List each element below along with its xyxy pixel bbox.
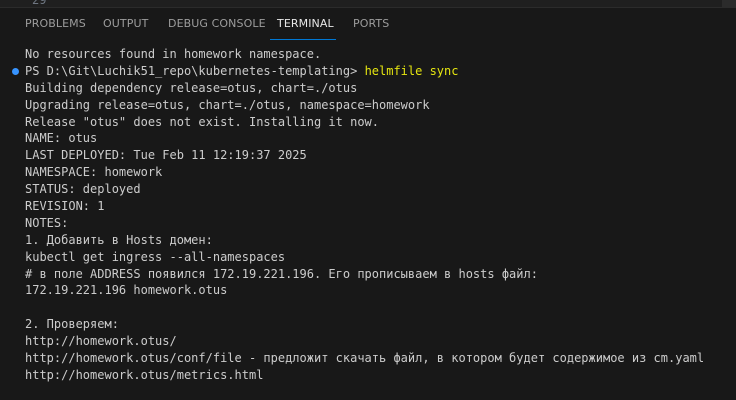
active-tab-indicator [270, 39, 336, 40]
terminal-line: LAST DEPLOYED: Tue Feb 11 12:19:37 2025 [25, 148, 307, 163]
terminal-line: 2. Проверяем: [25, 317, 119, 332]
tab-ports[interactable]: PORTS [353, 17, 389, 30]
tab-debug-console[interactable]: DEBUG CONSOLE [168, 17, 266, 30]
prompt-line: PS D:\Git\Luchik51_repo\kubernetes-templ… [0, 63, 736, 80]
terminal-panel: 29 PROBLEMS OUTPUT DEBUG CONSOLE TERMINA… [0, 0, 736, 400]
terminal-output[interactable]: No resources found in homework namespace… [0, 46, 736, 400]
terminal-line: Upgrading release=otus, chart=./otus, na… [25, 97, 430, 112]
terminal-line: 1. Добавить в Hosts домен: [25, 232, 213, 247]
command-text: helmfile sync [364, 63, 459, 78]
prompt-text: PS D:\Git\Luchik51_repo\kubernetes-templ… [25, 63, 365, 78]
line-number: 29 [32, 0, 47, 7]
terminal-line: STATUS: deployed [25, 182, 141, 197]
terminal-line: kubectl get ingress --all-namespaces [25, 249, 286, 264]
terminal-line: http://homework.otus/ [25, 334, 177, 349]
terminal-line: NOTES: [25, 215, 69, 230]
tab-problems[interactable]: PROBLEMS [25, 17, 86, 30]
terminal-line: NAMESPACE: homework [25, 165, 163, 180]
terminal-line: NAME: otus [25, 131, 98, 146]
terminal-line: # в поле ADDRESS появился 172.19.221.196… [25, 266, 538, 281]
command-decoration-icon[interactable] [12, 67, 19, 75]
terminal-line: REVISION: 1 [25, 199, 105, 214]
terminal-line: Release "otus" does not exist. Installin… [25, 114, 380, 129]
tab-terminal[interactable]: TERMINAL [277, 17, 334, 30]
scrollbar-thumb[interactable] [722, 0, 736, 7]
terminal-line: No resources found in homework namespace… [25, 47, 322, 61]
editor-strip: 29 [0, 0, 736, 7]
terminal-line: Building dependency release=otus, chart=… [25, 80, 358, 95]
terminal-line: 172.19.221.196 homework.otus [25, 283, 228, 298]
tab-output[interactable]: OUTPUT [103, 17, 148, 30]
panel-tabbar: PROBLEMS OUTPUT DEBUG CONSOLE TERMINAL P… [0, 8, 736, 42]
terminal-line: http://homework.otus/conf/file - предлож… [25, 351, 705, 366]
terminal-line: http://homework.otus/metrics.html [25, 367, 264, 382]
